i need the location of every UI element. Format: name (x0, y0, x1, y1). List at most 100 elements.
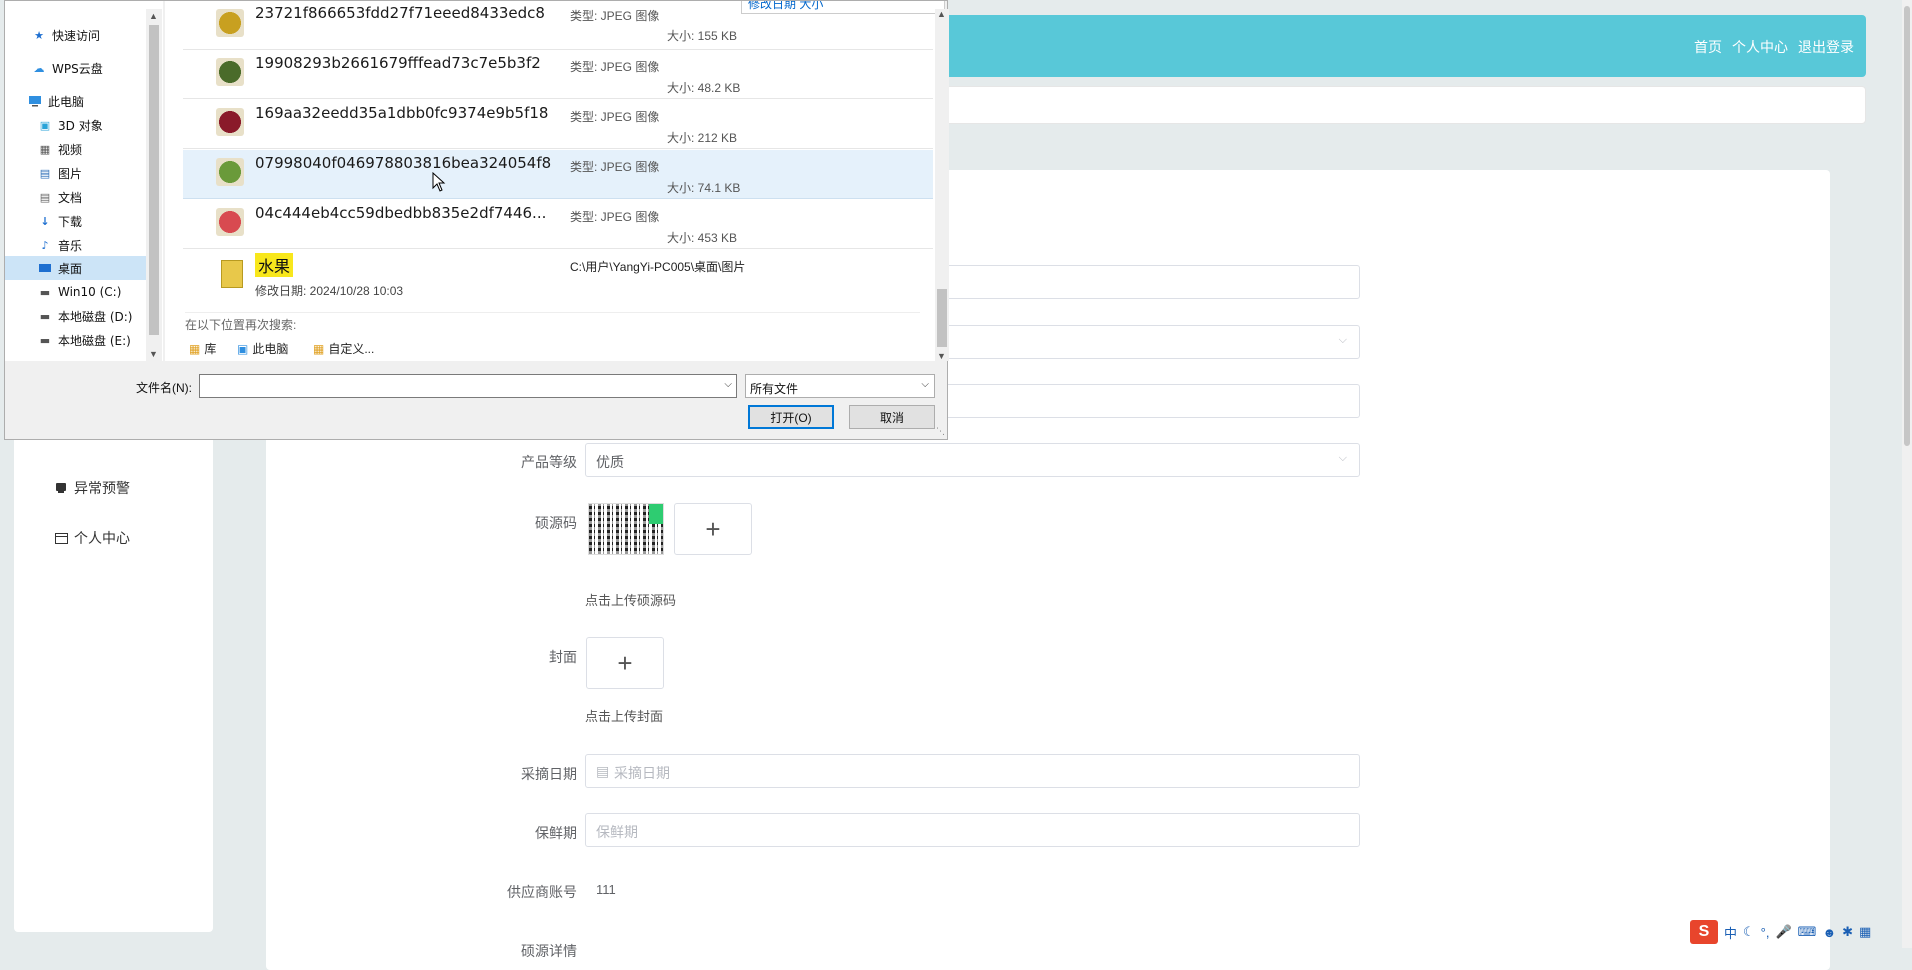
search-again-title: 在以下位置再次搜索: (185, 318, 297, 332)
nav-logout-link[interactable]: 退出登录 (1798, 37, 1854, 57)
nav-quick-access[interactable]: ★ 快速访问 (31, 23, 146, 47)
nav-desktop[interactable]: 桌面 (5, 256, 146, 280)
sidebar-item-profile[interactable]: 个人中心 (54, 528, 130, 548)
nav-documents[interactable]: ▤ 文档 (37, 185, 146, 209)
punctuation-icon[interactable]: °, (1761, 925, 1770, 940)
search-library-link[interactable]: ▦ 库 (189, 340, 216, 357)
scroll-down-icon[interactable]: ▼ (937, 351, 946, 361)
cube-icon: ▣ (39, 118, 51, 132)
file-type: 类型: JPEG 图像 (570, 60, 660, 74)
nav-videos[interactable]: ▦ 视频 (37, 137, 146, 161)
resize-grip-icon[interactable]: ⋱ (936, 426, 945, 437)
nav-drive-c[interactable]: ▬ Win10 (C:) (37, 280, 146, 304)
folder-row[interactable]: 水果 修改日期: 2024/10/28 10:03 C:\用户\YangYi-P… (183, 250, 933, 308)
nav-drive-d[interactable]: ▬ 本地磁盘 (D:) (37, 304, 146, 328)
file-size: 大小: 453 KB (667, 231, 738, 245)
file-row[interactable]: 04c444eb4cc59dbedbb835e2df7446... 类型: JP… (183, 200, 933, 249)
nav-pictures[interactable]: ▤ 图片 (37, 161, 146, 185)
scroll-down-icon[interactable]: ▼ (149, 349, 158, 359)
file-row[interactable]: 19908293b2661679fffead73c7e5b3f2 类型: JPE… (183, 50, 933, 99)
picture-icon: ▤ (39, 166, 51, 180)
ime-toolbar: S 中 ☾ °, 🎤 ⌨ ☻ ✱ ▦ (1690, 920, 1871, 944)
nav-item-label: 此电脑 (48, 94, 85, 109)
folder-date: 修改日期: 2024/10/28 10:03 (255, 284, 404, 298)
file-thumbnail (216, 58, 244, 86)
drive-icon: ▬ (39, 309, 51, 323)
file-type: 类型: JPEG 图像 (570, 9, 660, 23)
nav-item-label: 视频 (58, 142, 83, 157)
trace-detail-label: 硕源详情 (521, 943, 577, 959)
cloud-icon: ☁ (33, 61, 45, 75)
nav-3d-objects[interactable]: ▣ 3D 对象 (37, 113, 146, 137)
scroll-thumb[interactable] (937, 289, 947, 347)
ime-mode-indicator[interactable]: 中 (1724, 923, 1737, 942)
nav-item-label: 本地磁盘 (E:) (58, 333, 131, 348)
nav-wps-cloud[interactable]: ☁ WPS云盘 (31, 56, 146, 80)
scroll-thumb[interactable] (149, 25, 159, 335)
file-name: 19908293b2661679fffead73c7e5b3f2 (255, 54, 541, 72)
desktop-icon (37, 261, 53, 275)
nav-scrollbar[interactable]: ▲ ▼ (146, 9, 162, 361)
mouse-cursor-icon (432, 172, 446, 192)
grid-icon[interactable]: ▦ (1859, 924, 1871, 940)
video-icon: ▦ (39, 142, 51, 156)
skin-icon[interactable]: ✱ (1842, 924, 1853, 940)
shelf-life-input[interactable]: 保鲜期 (585, 813, 1360, 847)
drive-icon: ▬ (39, 285, 51, 299)
trace-code-upload-button[interactable]: + (674, 503, 752, 555)
nav-music[interactable]: ♪ 音乐 (37, 233, 146, 257)
cancel-button[interactable]: 取消 (849, 405, 935, 429)
chevron-down-icon[interactable]: ⌵ (724, 379, 732, 390)
file-name: 169aa32eedd35a1dbb0fc9374e9b5f18 (255, 104, 549, 122)
chevron-down-icon: ⌵ (921, 379, 929, 390)
cover-upload-button[interactable]: + (586, 637, 664, 689)
scroll-up-icon[interactable]: ▲ (149, 11, 158, 21)
search-custom-link[interactable]: ▦ 自定义... (313, 340, 374, 357)
column-header-strip: 修改日期 大小 (741, 1, 945, 14)
search-this-pc-link[interactable]: ▣ 此电脑 (237, 340, 288, 357)
page-scrollbar[interactable] (1902, 0, 1912, 948)
supplier-value: 111 (596, 882, 616, 897)
file-type-filter-value: 所有文件 (750, 382, 799, 396)
scroll-up-icon[interactable]: ▲ (937, 9, 946, 19)
column-headers: 修改日期 大小 (748, 1, 824, 11)
drive-icon: ▬ (39, 333, 51, 347)
file-thumbnail (216, 208, 244, 236)
plus-icon: + (617, 647, 633, 678)
grade-select[interactable]: 优质 ⌵ (585, 443, 1360, 477)
pick-date-label: 采摘日期 (521, 766, 577, 782)
nav-this-pc[interactable]: 此电脑 (27, 89, 146, 113)
scroll-thumb[interactable] (1904, 6, 1910, 446)
nav-item-label: 本地磁盘 (D:) (58, 309, 133, 324)
top-header-bar: 首页 个人中心 退出登录 (930, 15, 1866, 77)
pick-date-input[interactable]: ▤ 采摘日期 (585, 754, 1360, 788)
file-row[interactable]: 169aa32eedd35a1dbb0fc9374e9b5f18 类型: JPE… (183, 100, 933, 149)
nav-downloads[interactable]: ↓ 下载 (37, 209, 146, 233)
nav-home-link[interactable]: 首页 (1694, 37, 1722, 57)
nav-profile-link[interactable]: 个人中心 (1732, 37, 1788, 57)
cover-label: 封面 (549, 649, 577, 665)
custom-folder-icon: ▦ (313, 341, 325, 356)
sogou-ime-logo-icon[interactable]: S (1690, 920, 1718, 944)
trace-code-hint: 点击上传硕源码 (585, 593, 677, 608)
moon-icon[interactable]: ☾ (1743, 924, 1755, 940)
filename-input[interactable]: ⌵ (199, 374, 737, 398)
nav-item-label: 图片 (58, 166, 83, 181)
keyboard-icon[interactable]: ⌨ (1798, 924, 1817, 940)
file-size: 大小: 48.2 KB (667, 81, 741, 95)
navigation-pane: ★ 快速访问 ☁ WPS云盘 此电脑 ▣ 3D 对象 ▦ 视频 ▤ 图片 ▤ 文… (5, 1, 163, 361)
open-button[interactable]: 打开(O) (748, 405, 834, 429)
file-row-selected[interactable]: 07998040f046978803816bea324054f8 类型: JPE… (183, 150, 933, 199)
alert-icon (54, 481, 68, 495)
file-type-filter[interactable]: 所有文件 ⌵ (745, 374, 935, 398)
user-icon[interactable]: ☻ (1822, 925, 1836, 940)
file-name: 23721f866653fdd27f71eeed8433edc8 (255, 4, 545, 22)
trace-code-label: 硕源码 (535, 515, 577, 531)
file-thumbnail (216, 108, 244, 136)
qr-code-image[interactable] (588, 503, 664, 555)
file-list-scrollbar[interactable]: ▲ ▼ (935, 9, 949, 361)
nav-drive-e[interactable]: ▬ 本地磁盘 (E:) (37, 328, 146, 352)
microphone-icon[interactable]: 🎤 (1775, 924, 1791, 940)
sidebar-item-alerts[interactable]: 异常预警 (54, 478, 130, 498)
shelf-life-placeholder: 保鲜期 (596, 824, 638, 840)
